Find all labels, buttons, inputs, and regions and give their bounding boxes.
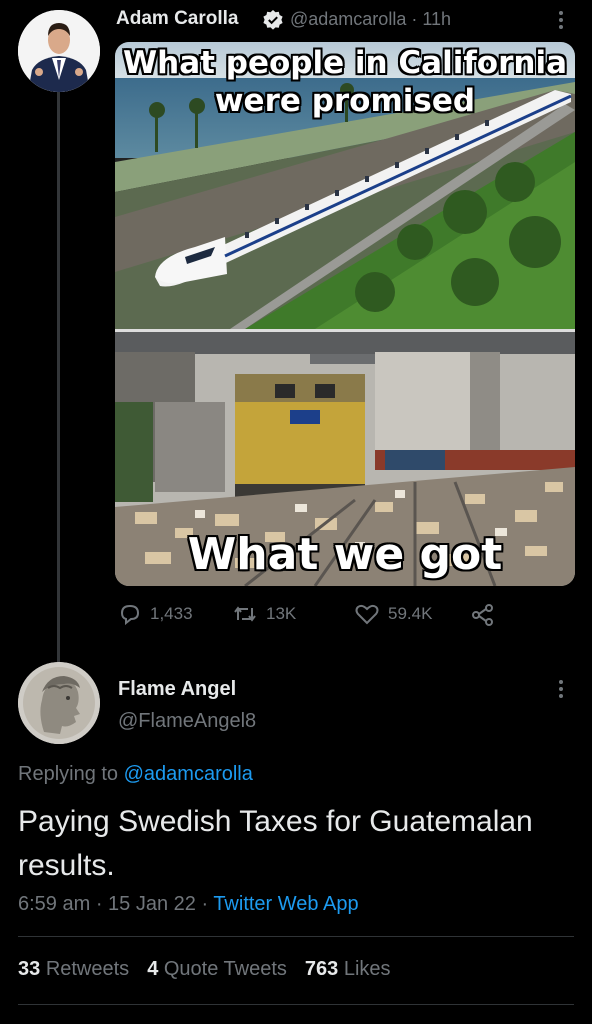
quotes-stat-count: 4 — [147, 958, 159, 980]
tweet-timestamp[interactable]: 6:59 am · 15 Jan 22 · — [18, 893, 213, 915]
reply-button[interactable]: 1,433 — [118, 602, 193, 626]
divider — [18, 936, 574, 937]
quotes-stat[interactable]: 4 Quote Tweets — [147, 958, 287, 981]
likes-stat-label: Likes — [343, 958, 391, 980]
avatar-flame-angel[interactable] — [18, 662, 100, 744]
tweet-text: Paying Swedish Taxes for Guatemalan resu… — [18, 805, 533, 882]
tweet-stats: 33 Retweets 4 Quote Tweets 763 Likes — [18, 958, 391, 981]
tweet-image[interactable]: What people in California were promised … — [115, 42, 575, 586]
more-icon[interactable] — [551, 677, 571, 701]
retweets-stat-count: 33 — [18, 958, 41, 980]
like-count: 59.4K — [388, 604, 433, 623]
replying-prefix: Replying to — [18, 763, 119, 785]
quotes-stat-label: Quote Tweets — [163, 958, 287, 980]
more-icon[interactable] — [551, 8, 571, 32]
share-button[interactable] — [470, 602, 496, 628]
retweets-stat[interactable]: 33 Retweets — [18, 958, 129, 981]
avatar-adam[interactable] — [18, 10, 100, 92]
retweet-icon — [232, 602, 258, 626]
reply-icon — [118, 602, 142, 626]
like-button[interactable]: 59.4K — [354, 602, 432, 626]
retweet-count: 13K — [266, 604, 297, 623]
tweet-source-app[interactable]: Twitter Web App — [213, 893, 358, 915]
likes-stat[interactable]: 763 Likes — [305, 958, 391, 981]
likes-stat-count: 763 — [304, 958, 339, 980]
reply-author-name[interactable]: Flame Angel — [118, 678, 236, 701]
image-caption-top: What people in California were promised — [122, 45, 568, 119]
share-icon — [470, 602, 496, 628]
author-name[interactable]: Adam Carolla — [116, 8, 238, 30]
reply-author-handle[interactable]: @FlameAngel8 — [118, 710, 256, 733]
thread-line — [57, 92, 60, 662]
author-handle-time[interactable]: @adamcarolla · 11h — [290, 9, 451, 30]
verified-icon — [262, 9, 284, 31]
like-icon — [354, 602, 380, 626]
reply-count: 1,433 — [150, 604, 193, 623]
retweets-stat-label: Retweets — [45, 958, 130, 980]
tweet-meta: 6:59 am · 15 Jan 22 · Twitter Web App — [18, 893, 359, 916]
divider — [18, 1004, 574, 1005]
image-caption-bottom: What we got — [187, 529, 503, 580]
replying-to-link[interactable]: @adamcarolla — [124, 763, 253, 785]
retweet-button[interactable]: 13K — [232, 602, 296, 626]
replying-to: Replying to @adamcarolla — [18, 763, 253, 786]
